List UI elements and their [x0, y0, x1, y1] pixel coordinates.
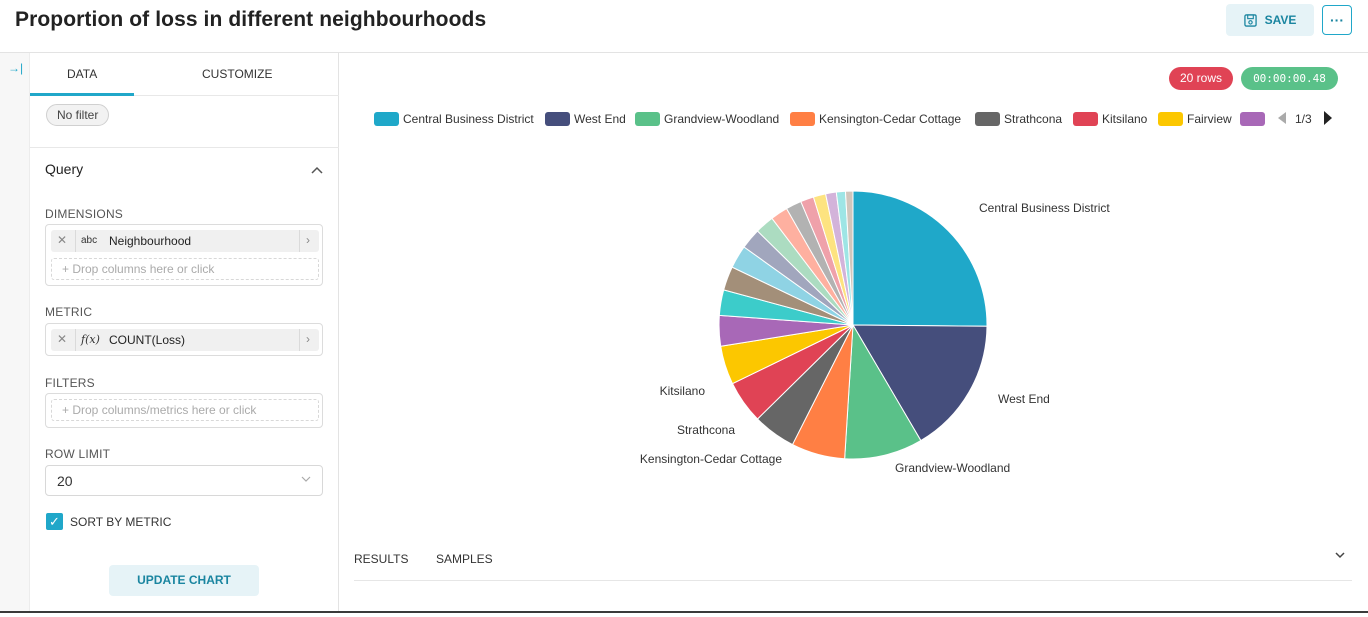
row-limit-label: ROW LIMIT — [45, 447, 111, 461]
chart-title[interactable]: Proportion of loss in different neighbou… — [15, 8, 486, 32]
legend-page-indicator: 1/3 — [1295, 112, 1312, 126]
remove-icon[interactable]: ✕ — [57, 332, 67, 346]
chevron-right-icon[interactable]: › — [306, 332, 310, 346]
legend-swatch — [790, 112, 815, 126]
legend-label: Kitsilano — [1102, 112, 1148, 126]
pie-slice-label: Kensington-Cedar Cottage — [640, 452, 782, 466]
legend-swatch — [545, 112, 570, 126]
metric-name: COUNT(Loss) — [109, 333, 186, 347]
chevron-up-icon[interactable] — [310, 163, 324, 177]
row-count-badge: 20 rows — [1169, 67, 1233, 90]
active-tab-indicator — [30, 93, 134, 96]
filter-chip[interactable]: No filter — [46, 104, 110, 126]
pie-slice-label: West End — [998, 392, 1050, 406]
query-section-title[interactable]: Query — [45, 161, 83, 177]
filter-drop-zone[interactable]: + Drop columns/metrics here or click — [51, 399, 319, 421]
row-limit-select[interactable]: 20 — [45, 465, 323, 496]
dimension-drop-zone[interactable]: + Drop columns here or click — [51, 258, 319, 280]
dimension-name: Neighbourhood — [109, 234, 192, 248]
save-button-label: SAVE — [1264, 13, 1297, 27]
pill-divider — [75, 329, 76, 351]
checkmark-icon: ✓ — [49, 514, 60, 529]
dimension-pill[interactable]: ✕ abc Neighbourhood › — [51, 230, 319, 252]
divider — [30, 147, 339, 148]
sort-by-metric-checkbox[interactable]: ✓ — [46, 513, 63, 530]
function-type-icon: f(x) — [81, 333, 100, 346]
legend-label: Strathcona — [1004, 112, 1063, 126]
plus-icon: + — [62, 262, 73, 276]
tab-data[interactable]: DATA — [67, 67, 97, 81]
collapse-rail: →| — [0, 53, 30, 612]
filters-field: + Drop columns/metrics here or click — [45, 393, 323, 428]
legend-swatch — [1158, 112, 1183, 126]
pie-slice-label: Central Business District — [979, 201, 1110, 215]
chevron-right-icon[interactable]: › — [306, 233, 310, 247]
drop-zone-text: Drop columns here or click — [72, 262, 215, 276]
pie-slice-label: Strathcona — [677, 423, 735, 437]
remove-icon[interactable]: ✕ — [57, 233, 67, 247]
legend-swatch — [1073, 112, 1098, 126]
control-panel: DATA CUSTOMIZE No filter Query DIMENSION… — [30, 53, 339, 612]
legend-prev-icon[interactable] — [1277, 111, 1287, 125]
pill-divider — [299, 230, 300, 252]
pie-slice-label: Kitsilano — [660, 384, 706, 398]
dimensions-label: DIMENSIONS — [45, 207, 124, 221]
string-type-icon: abc — [81, 235, 98, 246]
legend-swatch — [1240, 112, 1265, 126]
ellipsis-icon: ··· — [1330, 12, 1344, 28]
legend-label: Fairview — [1187, 112, 1232, 126]
legend-label: West End — [574, 112, 626, 126]
dimensions-field: ✕ abc Neighbourhood › + Drop columns her… — [45, 224, 323, 286]
save-button[interactable]: SAVE — [1226, 4, 1314, 36]
pill-divider — [75, 230, 76, 252]
chevron-down-icon — [301, 476, 311, 482]
legend-label: Central Business District — [403, 112, 534, 126]
results-panel-tabs: RESULTS SAMPLES — [354, 539, 1352, 581]
query-time-badge: 00:00:00.48 — [1241, 67, 1338, 90]
explore-view: Proportion of loss in different neighbou… — [0, 0, 1368, 617]
filters-label: FILTERS — [45, 376, 95, 390]
legend-label: Kensington-Cedar Cottage — [819, 112, 962, 126]
legend-swatch — [374, 112, 399, 126]
drop-zone-text: Drop columns/metrics here or click — [72, 403, 257, 417]
metric-field: ✕ f(x) COUNT(Loss) › — [45, 323, 323, 356]
legend-swatch — [975, 112, 1000, 126]
floppy-disk-icon — [1243, 13, 1257, 27]
chart-legend: Central Business District West End Grandvi… — [374, 111, 1334, 129]
sort-by-metric-label[interactable]: SORT BY METRIC — [70, 515, 171, 529]
legend-next-icon[interactable] — [1323, 110, 1333, 126]
more-options-button[interactable]: ··· — [1322, 5, 1352, 35]
metric-pill[interactable]: ✕ f(x) COUNT(Loss) › — [51, 329, 319, 351]
panel-tabs: DATA CUSTOMIZE — [30, 53, 339, 96]
plus-icon: + — [62, 403, 73, 417]
metric-label: METRIC — [45, 305, 93, 319]
pie-slice-label: Grandview-Woodland — [895, 461, 1010, 475]
window-edge — [0, 611, 1368, 613]
tab-results[interactable]: RESULTS — [354, 552, 408, 566]
row-limit-value: 20 — [57, 473, 73, 489]
legend-label: Grandview-Woodland — [664, 112, 780, 126]
tab-customize[interactable]: CUSTOMIZE — [202, 67, 272, 81]
pie-chart: Central Business District West End Grandvi… — [640, 190, 1110, 475]
pie-slice[interactable] — [852, 190, 988, 327]
pill-divider — [299, 329, 300, 351]
header-bar: Proportion of loss in different neighbou… — [0, 0, 1368, 53]
update-chart-button[interactable]: UPDATE CHART — [109, 565, 259, 596]
chart-container: 20 rows 00:00:00.48 Central Business Dis… — [340, 53, 1368, 612]
expand-panel-icon[interactable]: →| — [8, 61, 23, 75]
chevron-down-icon[interactable] — [1334, 549, 1346, 561]
tab-samples[interactable]: SAMPLES — [436, 552, 493, 566]
legend-swatch — [635, 112, 660, 126]
